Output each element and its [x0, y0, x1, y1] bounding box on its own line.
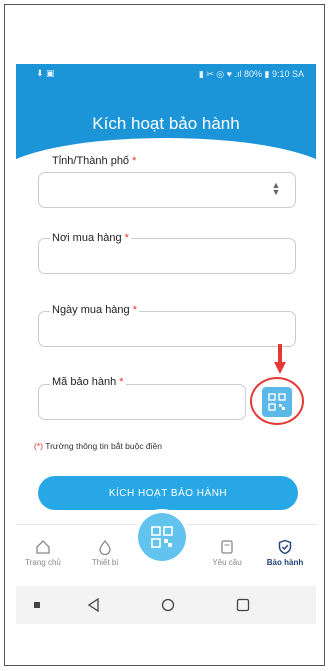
home-icon — [36, 540, 50, 554]
nav-label-devices: Thiết bị — [91, 558, 119, 567]
phone-screen: ⬇ ▣ ▮ ✂ ◎ ♥ .ıl 80% ▮ 9:10 SA Kích hoạt … — [16, 64, 316, 624]
purchase-date-label-text: Ngày mua hàng — [52, 304, 130, 316]
recents-icon[interactable] — [236, 598, 250, 612]
document-icon — [221, 540, 233, 554]
warranty-code-label: Mã bảo hành * — [50, 376, 126, 388]
qr-scan-icon — [151, 526, 173, 548]
menu-dot-icon[interactable] — [34, 602, 40, 608]
required-mark: * — [132, 304, 138, 316]
nav-item-warranty[interactable]: Bảo hành — [260, 539, 310, 567]
province-label-text: Tỉnh/Thành phố — [52, 155, 130, 167]
activate-warranty-button[interactable]: KÍCH HOẠT BẢO HÀNH — [38, 476, 298, 510]
nav-item-home[interactable]: Trang chủ — [18, 539, 68, 567]
warranty-code-input[interactable] — [38, 384, 246, 420]
province-label: Tỉnh/Thành phố * — [50, 155, 139, 167]
purchase-date-input[interactable] — [38, 311, 296, 347]
status-left-icons: ⬇ ▣ — [36, 68, 55, 78]
required-mark: * — [132, 155, 137, 167]
required-note-mark: (*) — [34, 441, 43, 451]
bottom-nav: Trang chủ Thiết bị Yêu cầu Bảo hành — [16, 513, 316, 583]
scan-fab-button[interactable] — [138, 513, 186, 561]
required-mark: * — [124, 232, 129, 244]
drop-icon — [99, 539, 111, 555]
annotation-circle — [250, 377, 304, 425]
home-circle-icon[interactable] — [161, 598, 175, 612]
warranty-code-label-text: Mã bảo hành — [52, 376, 117, 388]
purchase-place-label: Nơi mua hàng * — [50, 232, 131, 244]
purchase-date-label: Ngày mua hàng * — [50, 304, 140, 316]
nav-item-requests[interactable]: Yêu cầu — [202, 539, 252, 567]
required-mark: * — [119, 376, 124, 388]
shield-check-icon — [278, 539, 292, 555]
nav-item-devices[interactable]: Thiết bị — [80, 539, 130, 567]
select-arrows-icon: ▲ ▼ — [271, 180, 281, 197]
required-note: (*) Trường thông tin bắt buộc điền — [34, 441, 162, 451]
status-bar: ⬇ ▣ ▮ ✂ ◎ ♥ .ıl 80% ▮ 9:10 SA — [16, 64, 316, 84]
back-icon[interactable] — [88, 598, 100, 612]
nav-label-home: Trang chủ — [25, 558, 61, 567]
annotation-arrow-icon — [274, 344, 286, 374]
system-nav-bar — [16, 586, 316, 624]
nav-label-requests: Yêu cầu — [212, 558, 242, 567]
province-select[interactable]: ▲ ▼ — [38, 172, 296, 208]
nav-label-warranty: Bảo hành — [266, 558, 304, 567]
required-note-text: Trường thông tin bắt buộc điền — [45, 441, 163, 451]
purchase-place-label-text: Nơi mua hàng — [52, 232, 122, 244]
page-title: Kích hoạt bảo hành — [92, 114, 240, 133]
status-right-info: ▮ ✂ ◎ ♥ .ıl 80% ▮ 9:10 SA — [198, 69, 304, 79]
